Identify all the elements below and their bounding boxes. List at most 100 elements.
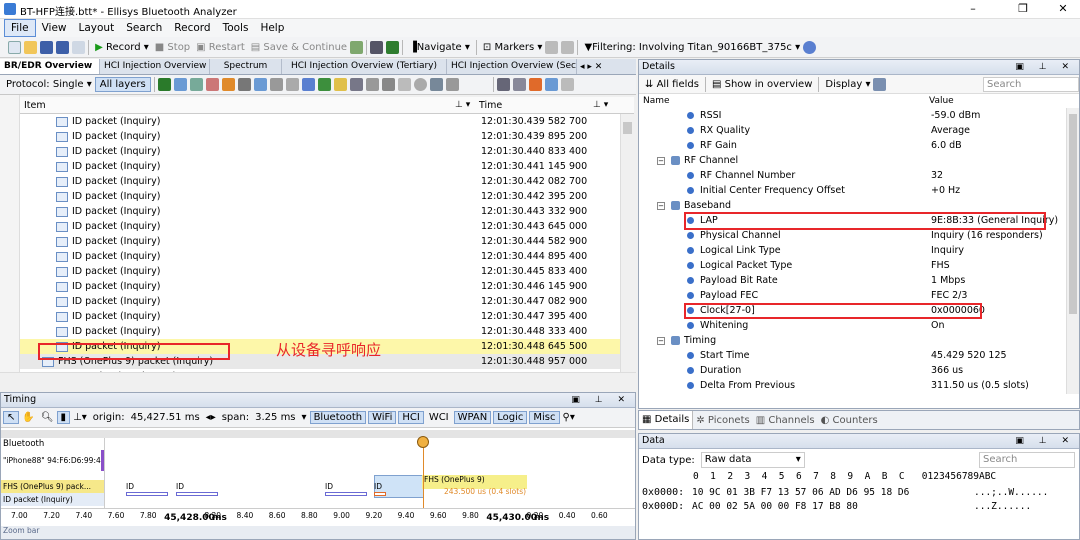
- details-group[interactable]: − Timing: [639, 333, 1079, 348]
- column-name[interactable]: Name: [639, 96, 929, 106]
- details-group[interactable]: − RF Channel: [639, 153, 1079, 168]
- wave-icon[interactable]: [398, 78, 412, 91]
- filter-bluetooth[interactable]: Bluetooth: [309, 411, 367, 424]
- minimize-button[interactable]: –: [958, 1, 988, 17]
- device-fhs-oneplus[interactable]: FHS (OnePlus 9) pack...: [1, 480, 104, 493]
- all-fields-button[interactable]: ⇊ All fields: [642, 79, 702, 90]
- details-field[interactable]: Logical Link Type Inquiry: [639, 243, 1079, 258]
- zoom-tool-icon[interactable]: 🔍︎: [38, 412, 57, 423]
- panel-buttons[interactable]: ▣ ⊥ ✕: [1015, 60, 1075, 74]
- column-time[interactable]: Time: [475, 100, 593, 111]
- list-item[interactable]: ID packet (Inquiry) 12:01:30.445 833 400: [20, 264, 634, 279]
- id-bar-2[interactable]: [176, 492, 218, 496]
- save-icon[interactable]: [40, 40, 54, 54]
- options-icon[interactable]: [370, 40, 384, 54]
- list-item[interactable]: ID packet (Inquiry) 12:01:30.443 332 900: [20, 204, 634, 219]
- marker-remove-icon[interactable]: [561, 40, 575, 54]
- menu-tools[interactable]: Tools: [217, 20, 255, 36]
- filter-funnel-icon[interactable]: [497, 78, 511, 91]
- key-icon[interactable]: [253, 78, 267, 91]
- menu-layout[interactable]: Layout: [73, 20, 121, 36]
- save-continue-button[interactable]: ▤ Save & Continue: [248, 42, 350, 53]
- timeline-canvas[interactable]: FHS (OnePlus 9) 243.500 us (0.4 slots) I…: [106, 436, 635, 508]
- hex-line[interactable]: 0x0000: 10 9C 01 3B F7 13 57 06 AD D6 95 …: [639, 485, 1079, 499]
- column-item[interactable]: Item: [20, 100, 455, 111]
- span-dropdown[interactable]: ▾: [299, 412, 310, 423]
- id-bar-3[interactable]: [325, 492, 367, 496]
- list-item[interactable]: ID packet (Inquiry) 12:01:30.442 395 200: [20, 189, 634, 204]
- all-layers-button[interactable]: All layers: [94, 77, 151, 92]
- details-field[interactable]: Payload FEC FEC 2/3: [639, 288, 1079, 303]
- navigate-button[interactable]: ▐Navigate ▾: [406, 42, 473, 53]
- menu-view[interactable]: View: [36, 20, 73, 36]
- menu-search[interactable]: Search: [120, 20, 168, 36]
- audio-icon[interactable]: [269, 78, 283, 91]
- pointer-tool-icon[interactable]: ↖: [3, 411, 20, 424]
- more-icon[interactable]: [561, 78, 575, 91]
- display-dropdown[interactable]: Display ▾: [822, 79, 873, 90]
- globe-icon[interactable]: [803, 40, 817, 54]
- details-scroll-thumb[interactable]: [1069, 114, 1077, 314]
- id-bar-1[interactable]: [126, 492, 168, 496]
- filter-dropdown[interactable]: ▼Filtering: Involving Titan_90166BT_375c…: [581, 42, 803, 53]
- details-field[interactable]: Physical Channel Inquiry (16 responders): [639, 228, 1079, 243]
- filter-wci[interactable]: WCI: [426, 412, 452, 423]
- details-field[interactable]: RF Channel Number 32: [639, 168, 1079, 183]
- hex-line[interactable]: 0x000D: AC 00 02 5A 00 00 F8 17 B8 80 ...Z…: [639, 499, 1079, 513]
- list-item[interactable]: ID packet (Inquiry) 12:01:30.439 582 700: [20, 114, 634, 129]
- open-folder-icon[interactable]: [24, 40, 38, 54]
- filter-misc[interactable]: Misc: [529, 411, 560, 424]
- maximize-button[interactable]: ❐: [1008, 1, 1038, 17]
- decode-icon[interactable]: [386, 40, 400, 54]
- details-scrollbar[interactable]: [1066, 108, 1079, 394]
- origin-value[interactable]: 45,427.51 ms: [128, 412, 203, 423]
- restart-button[interactable]: ▣ Restart: [193, 42, 248, 53]
- swap-icon[interactable]: [173, 78, 187, 91]
- data-panel-buttons[interactable]: ▣ ⊥ ✕: [1015, 434, 1075, 448]
- markers-button[interactable]: ⊡ Markers ▾: [480, 42, 546, 53]
- timing-panel-buttons[interactable]: ▣ ⊥ ✕: [571, 393, 631, 407]
- tab-hci-injection-tertiary[interactable]: HCI Injection Overview (Tertiary): [282, 59, 447, 74]
- details-group[interactable]: − Baseband: [639, 198, 1079, 213]
- details-search-input[interactable]: Search: [983, 76, 1079, 92]
- copy-icon[interactable]: [873, 77, 887, 91]
- details-field[interactable]: Delta From Previous 311.50 us (0.5 slots): [639, 378, 1079, 393]
- layer-icon[interactable]: [205, 78, 219, 91]
- pin-icon-2[interactable]: ⊥ ▾: [593, 100, 608, 110]
- mark-tool-icon[interactable]: ⊥▾: [70, 412, 90, 423]
- filter-logic[interactable]: Logic: [493, 411, 528, 424]
- print-icon[interactable]: [72, 40, 86, 54]
- list-item[interactable]: ID packet (Inquiry) 12:01:30.441 145 900: [20, 159, 634, 174]
- details-field[interactable]: Duration 366 us: [639, 363, 1079, 378]
- pumpkin-icon[interactable]: [221, 78, 235, 91]
- menu-file[interactable]: File: [4, 19, 36, 37]
- list-item[interactable]: ID packet (Inquiry) 12:01:30.443 645 000: [20, 219, 634, 234]
- filter-clear-icon[interactable]: [513, 78, 527, 91]
- details-field[interactable]: RSSI -59.0 dBm: [639, 108, 1079, 123]
- tab-hci-injection-secondary[interactable]: HCI Injection Overview (Secor: [447, 59, 577, 74]
- tab-scroll-arrows[interactable]: ◂ ▸ ✕: [580, 62, 602, 72]
- span-arrows-icon[interactable]: ◂▸: [203, 412, 219, 423]
- save-all-icon[interactable]: [56, 40, 70, 54]
- show-overview-button[interactable]: ▤ Show in overview: [709, 79, 815, 90]
- zoom-bar[interactable]: Zoom bar: [1, 526, 635, 539]
- grid-icon[interactable]: [446, 78, 460, 91]
- tab-counters[interactable]: ◐ Counters: [818, 415, 881, 426]
- details-field[interactable]: Initial Center Frequency Offset +0 Hz: [639, 183, 1079, 198]
- collapse-icon[interactable]: −: [657, 201, 665, 210]
- tab-details[interactable]: ▦ Details: [639, 411, 694, 429]
- timing-options-icon[interactable]: ⚲▾: [560, 412, 578, 423]
- close-button[interactable]: ✕: [1048, 1, 1078, 17]
- phone-icon[interactable]: [317, 78, 331, 91]
- cursor-line[interactable]: [423, 438, 424, 508]
- tab-bredr-overview[interactable]: BR/EDR Overview: [0, 59, 100, 74]
- list-item[interactable]: ID packet (Inquiry) 12:01:30.447 395 400: [20, 309, 634, 324]
- circle-icon[interactable]: [414, 78, 428, 91]
- tab-piconets[interactable]: ✲ Piconets: [693, 415, 752, 426]
- cursor-handle-icon[interactable]: [417, 436, 429, 448]
- tab-channels[interactable]: ▥ Channels: [753, 415, 818, 426]
- details-field[interactable]: RF Gain 6.0 dB: [639, 138, 1079, 153]
- profile-icon[interactable]: [301, 78, 315, 91]
- list-item[interactable]: ID packet (Inquiry) 12:01:30.446 145 900: [20, 279, 634, 294]
- list-hscrollbar[interactable]: [0, 372, 636, 384]
